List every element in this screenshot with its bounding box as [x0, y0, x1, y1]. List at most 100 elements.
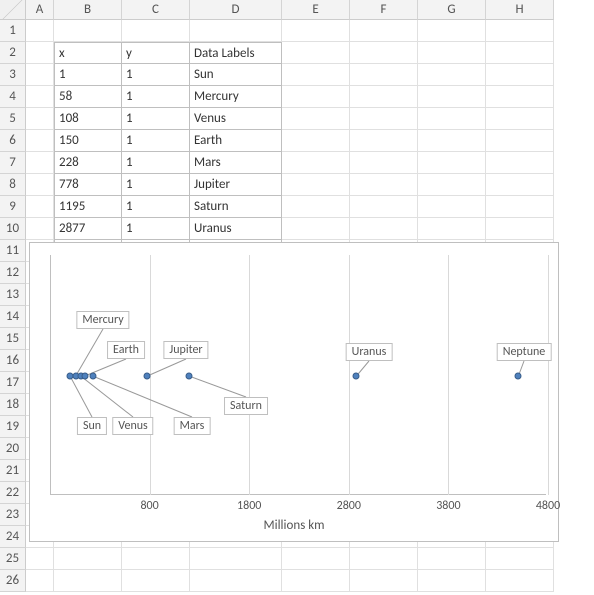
row-header-1[interactable]: 1: [0, 20, 26, 42]
row-header-26[interactable]: 26: [0, 570, 26, 592]
cell-H9[interactable]: [486, 196, 554, 218]
column-header-G[interactable]: G: [418, 0, 486, 20]
chart[interactable]: 8001800280038004800SunMercuryVenusEarthM…: [29, 242, 559, 542]
cell-G4[interactable]: [418, 86, 486, 108]
row-header-8[interactable]: 8: [0, 174, 26, 196]
cell-F3[interactable]: [350, 64, 418, 86]
data-point[interactable]: [89, 373, 96, 380]
cell-E7[interactable]: [282, 152, 350, 174]
row-header-22[interactable]: 22: [0, 482, 26, 504]
cell-D3[interactable]: Sun: [190, 64, 282, 86]
row-header-19[interactable]: 19: [0, 416, 26, 438]
cell-H1[interactable]: [486, 20, 554, 42]
row-header-20[interactable]: 20: [0, 438, 26, 460]
cell-B26[interactable]: [54, 570, 122, 592]
cell-G25[interactable]: [418, 548, 486, 570]
cell-A6[interactable]: [26, 130, 54, 152]
cell-F25[interactable]: [350, 548, 418, 570]
column-header-A[interactable]: A: [26, 0, 54, 20]
cell-G2[interactable]: [418, 42, 486, 64]
cell-E26[interactable]: [282, 570, 350, 592]
column-header-D[interactable]: D: [190, 0, 282, 20]
cell-B1[interactable]: [54, 20, 122, 42]
cell-H7[interactable]: [486, 152, 554, 174]
data-point[interactable]: [353, 373, 360, 380]
cell-B4[interactable]: 58: [54, 86, 122, 108]
row-header-5[interactable]: 5: [0, 108, 26, 130]
cell-B7[interactable]: 228: [54, 152, 122, 174]
cell-H3[interactable]: [486, 64, 554, 86]
cell-C5[interactable]: 1: [122, 108, 190, 130]
cell-E3[interactable]: [282, 64, 350, 86]
data-point[interactable]: [515, 373, 522, 380]
cell-E1[interactable]: [282, 20, 350, 42]
cell-F8[interactable]: [350, 174, 418, 196]
cell-D5[interactable]: Venus: [190, 108, 282, 130]
cell-C2[interactable]: y: [122, 42, 190, 64]
cell-E2[interactable]: [282, 42, 350, 64]
data-point[interactable]: [185, 373, 192, 380]
cell-F9[interactable]: [350, 196, 418, 218]
cell-A26[interactable]: [26, 570, 54, 592]
cell-B2[interactable]: x: [54, 42, 122, 64]
cell-G26[interactable]: [418, 570, 486, 592]
row-header-15[interactable]: 15: [0, 328, 26, 350]
cell-H8[interactable]: [486, 174, 554, 196]
row-header-21[interactable]: 21: [0, 460, 26, 482]
data-label[interactable]: Saturn: [224, 397, 268, 415]
cell-C10[interactable]: 1: [122, 218, 190, 240]
cell-C9[interactable]: 1: [122, 196, 190, 218]
cell-H6[interactable]: [486, 130, 554, 152]
row-header-25[interactable]: 25: [0, 548, 26, 570]
data-label[interactable]: Mars: [174, 417, 211, 435]
cell-G6[interactable]: [418, 130, 486, 152]
cell-B9[interactable]: 1195: [54, 196, 122, 218]
row-header-3[interactable]: 3: [0, 64, 26, 86]
cell-A3[interactable]: [26, 64, 54, 86]
row-header-16[interactable]: 16: [0, 350, 26, 372]
cell-C4[interactable]: 1: [122, 86, 190, 108]
cell-E6[interactable]: [282, 130, 350, 152]
row-header-23[interactable]: 23: [0, 504, 26, 526]
cell-F7[interactable]: [350, 152, 418, 174]
cell-F6[interactable]: [350, 130, 418, 152]
cell-G1[interactable]: [418, 20, 486, 42]
cell-G9[interactable]: [418, 196, 486, 218]
cell-D9[interactable]: Saturn: [190, 196, 282, 218]
cell-B10[interactable]: 2877: [54, 218, 122, 240]
row-header-18[interactable]: 18: [0, 394, 26, 416]
row-header-10[interactable]: 10: [0, 218, 26, 240]
cell-F26[interactable]: [350, 570, 418, 592]
cell-E4[interactable]: [282, 86, 350, 108]
cell-A10[interactable]: [26, 218, 54, 240]
row-header-17[interactable]: 17: [0, 372, 26, 394]
cell-H26[interactable]: [486, 570, 554, 592]
cell-F5[interactable]: [350, 108, 418, 130]
cell-B3[interactable]: 1: [54, 64, 122, 86]
column-header-C[interactable]: C: [122, 0, 190, 20]
cell-C1[interactable]: [122, 20, 190, 42]
select-all-corner[interactable]: [0, 0, 26, 20]
cell-C26[interactable]: [122, 570, 190, 592]
cell-A9[interactable]: [26, 196, 54, 218]
cell-H5[interactable]: [486, 108, 554, 130]
cell-F4[interactable]: [350, 86, 418, 108]
row-header-9[interactable]: 9: [0, 196, 26, 218]
data-label[interactable]: Earth: [107, 341, 145, 359]
cell-G3[interactable]: [418, 64, 486, 86]
cell-D26[interactable]: [190, 570, 282, 592]
data-label[interactable]: Neptune: [497, 343, 552, 361]
cell-H25[interactable]: [486, 548, 554, 570]
cell-A5[interactable]: [26, 108, 54, 130]
cell-D7[interactable]: Mars: [190, 152, 282, 174]
cell-C3[interactable]: 1: [122, 64, 190, 86]
cell-E25[interactable]: [282, 548, 350, 570]
cell-G5[interactable]: [418, 108, 486, 130]
cell-H2[interactable]: [486, 42, 554, 64]
cell-F10[interactable]: [350, 218, 418, 240]
row-header-4[interactable]: 4: [0, 86, 26, 108]
row-header-13[interactable]: 13: [0, 284, 26, 306]
cell-A7[interactable]: [26, 152, 54, 174]
cell-F2[interactable]: [350, 42, 418, 64]
data-label[interactable]: Sun: [77, 417, 107, 435]
